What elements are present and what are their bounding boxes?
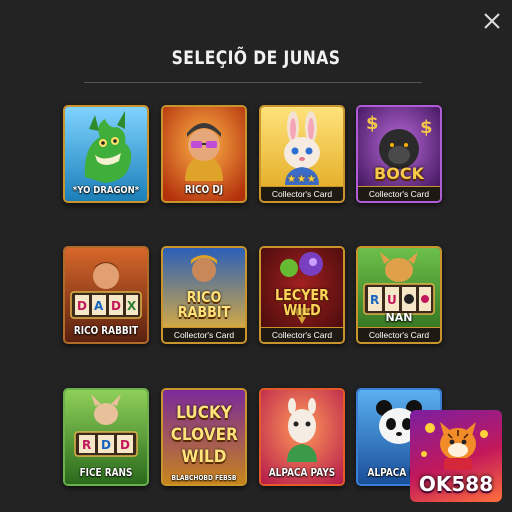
svg-text:D: D [101, 438, 111, 452]
game-card-rico-dj[interactable]: RICO DJ [161, 105, 247, 203]
card-name: RICO DJ [184, 184, 224, 196]
card-title-art-text: LUCKY CLOVER WILD [167, 402, 241, 468]
game-card-yo-dragon[interactable]: *YO DRAGON* [63, 105, 149, 203]
svg-text:A: A [94, 299, 104, 313]
game-card-bunny-collector[interactable]: ★★★ Collector's Card [259, 105, 345, 203]
game-card-bock[interactable]: $ $ BOCK Collector's Card [356, 105, 442, 203]
svg-text:R: R [370, 293, 379, 307]
svg-text:$: $ [366, 113, 379, 134]
svg-text:$: $ [420, 117, 433, 138]
ok588-promo-badge[interactable]: OK588 [410, 410, 502, 502]
card-title-art-text: LECYER WILD [267, 288, 337, 318]
svg-text:D: D [120, 438, 130, 452]
card-name: RICO RABBIT [177, 288, 231, 321]
game-card-nan[interactable]: R U NAN Collector's Card [356, 246, 442, 344]
card-name: NAN [385, 311, 413, 324]
card-name: *YO DRAGON* [72, 185, 140, 196]
collector-banner: Collector's Card [261, 186, 343, 201]
collector-banner: Collector's Card [261, 327, 343, 342]
game-card-rico-rabbit[interactable]: D A D X RICO RABBIT [63, 246, 149, 344]
card-title-art-text: RICO RABBIT [169, 290, 239, 320]
game-card-fice-rans[interactable]: R D D FICE RANS [63, 388, 149, 486]
game-card-alpaca-pays[interactable]: ALPACA PAYS [259, 388, 345, 486]
svg-text:R: R [82, 438, 91, 452]
game-card-lecyer-wild[interactable]: LECYER WILD Collector's Card [259, 246, 345, 344]
card-name: FICE RANS [79, 467, 133, 479]
card-name: ALPACA PAYS [268, 467, 336, 479]
collector-banner: Collector's Card [358, 186, 440, 201]
card-subtitle: BLABCHOBD FEBSB [171, 474, 237, 482]
svg-text:D: D [77, 299, 87, 313]
collector-banner: Collector's Card [358, 327, 440, 342]
game-card-lucky-clover-wild[interactable]: LUCKY CLOVER WILD BLABCHOBD FEBSB [161, 388, 247, 486]
svg-text:U: U [387, 293, 397, 307]
game-card-rico-rabbit-collector[interactable]: RICO RABBIT Collector's Card [161, 246, 247, 344]
collector-banner: Collector's Card [163, 327, 245, 342]
card-name: BOCK [374, 164, 424, 183]
svg-text:D: D [111, 299, 121, 313]
card-name: RICO RABBIT [73, 325, 139, 337]
svg-text:X: X [127, 299, 137, 313]
card-name: LUCKY CLOVER WILD [170, 403, 238, 467]
ok588-logo: OK588 [418, 472, 494, 496]
rating-stars: ★★★ [287, 174, 317, 185]
card-name: LECYER WILD [275, 286, 329, 319]
